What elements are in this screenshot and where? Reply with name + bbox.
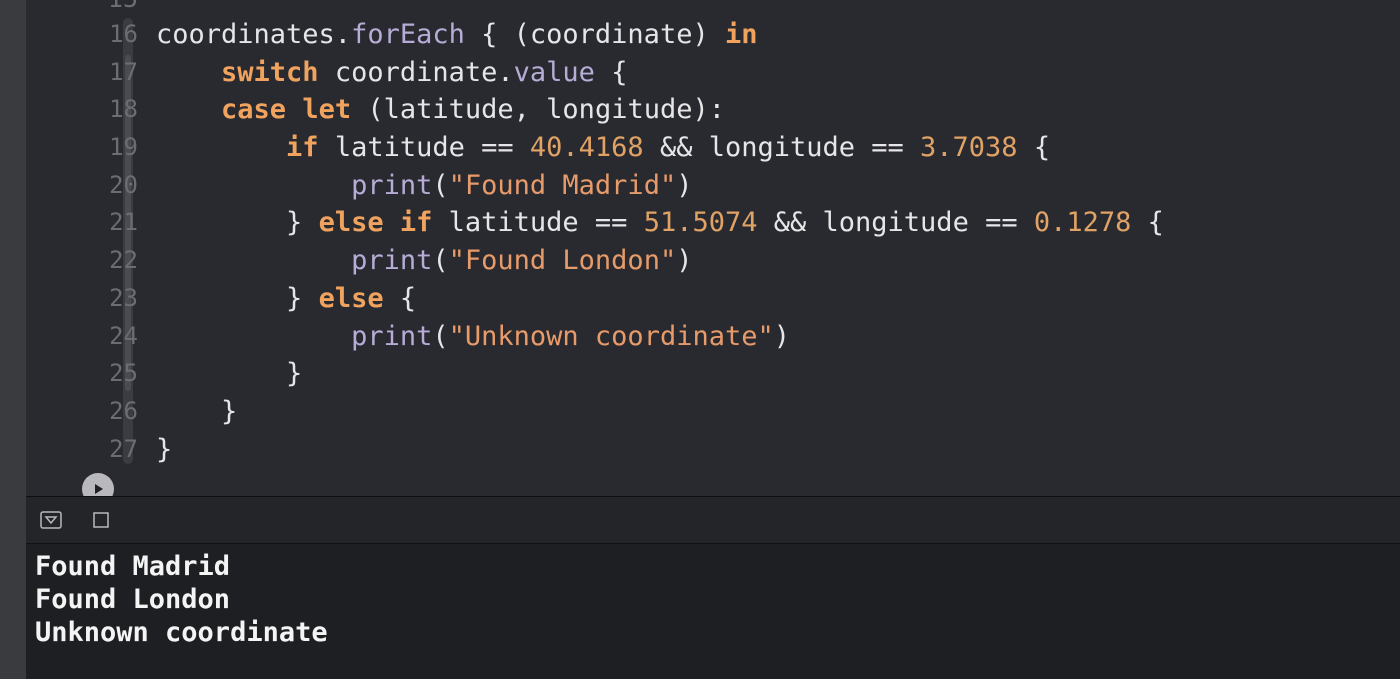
line-number[interactable]: 26 bbox=[86, 393, 138, 431]
code-editor[interactable]: 15 161718192021222324252627 coordinates.… bbox=[26, 0, 1400, 496]
code-line[interactable]: case let (latitude, longitude): bbox=[156, 91, 1164, 129]
square-icon bbox=[93, 512, 109, 528]
triangle-down-icon bbox=[40, 511, 62, 529]
line-number[interactable]: 27 bbox=[86, 431, 138, 469]
code-line[interactable]: print("Found Madrid") bbox=[156, 167, 1164, 205]
code-line[interactable]: switch coordinate.value { bbox=[156, 54, 1164, 92]
code-token-str: "Found London" bbox=[448, 245, 677, 277]
code-token-plain: } bbox=[156, 207, 319, 239]
code-token-plain: { bbox=[383, 282, 417, 314]
code-token-fn: print bbox=[351, 169, 433, 201]
line-number[interactable]: 21 bbox=[86, 204, 138, 242]
play-icon bbox=[95, 484, 103, 494]
debug-toolbar bbox=[26, 497, 1400, 544]
code-token-plain: latitude == bbox=[432, 207, 644, 239]
code-line[interactable]: if latitude == 40.4168 && longitude == 3… bbox=[156, 129, 1164, 167]
line-number[interactable]: 25 bbox=[86, 355, 138, 393]
code-token-plain: ( bbox=[432, 245, 449, 277]
code-lines[interactable]: coordinates.forEach { (coordinate) in sw… bbox=[156, 16, 1164, 468]
code-token-plain: coordinate. bbox=[318, 56, 514, 88]
line-number[interactable]: 19 bbox=[86, 129, 138, 167]
code-token-plain: ( bbox=[432, 320, 449, 352]
console-line: Found Madrid bbox=[35, 551, 231, 582]
code-token-plain: ) bbox=[773, 320, 790, 352]
clear-console-button[interactable] bbox=[90, 509, 112, 531]
code-line[interactable]: } bbox=[156, 431, 1164, 469]
console-line: Unknown coordinate bbox=[35, 617, 328, 648]
code-token-fn: value bbox=[513, 56, 595, 88]
line-number[interactable]: 24 bbox=[86, 318, 138, 356]
line-number[interactable]: 22 bbox=[86, 242, 138, 280]
code-token-plain: { bbox=[594, 56, 628, 88]
code-token-kw: if bbox=[286, 132, 319, 164]
line-number-partial: 15 bbox=[86, 0, 138, 13]
code-token-kw: case bbox=[221, 94, 287, 126]
code-token-plain: ( bbox=[432, 169, 449, 201]
code-token-kw: switch bbox=[221, 56, 319, 88]
code-line[interactable]: print("Found London") bbox=[156, 242, 1164, 280]
code-token-plain: && longitude == bbox=[643, 132, 921, 164]
code-token-plain: latitude == bbox=[318, 132, 530, 164]
code-token-num: 40.4168 bbox=[529, 132, 644, 164]
code-token-str: "Found Madrid" bbox=[448, 169, 677, 201]
code-token-plain: (latitude, longitude): bbox=[351, 94, 725, 126]
console-output[interactable]: Found Madrid Found London Unknown coordi… bbox=[26, 544, 1400, 679]
code-token-fn: print bbox=[351, 245, 433, 277]
code-token-fn: print bbox=[351, 320, 433, 352]
code-token-fn: forEach bbox=[351, 19, 465, 50]
line-number[interactable]: 23 bbox=[86, 280, 138, 318]
code-line[interactable]: print("Unknown coordinate") bbox=[156, 318, 1164, 356]
code-line[interactable]: } bbox=[156, 355, 1164, 393]
code-token-plain: } bbox=[156, 282, 319, 314]
code-token-kw: if bbox=[399, 207, 433, 239]
code-token-kw: else bbox=[318, 207, 384, 239]
code-token-num: 0.1278 bbox=[1033, 207, 1132, 239]
code-line[interactable]: } else if latitude == 51.5074 && longitu… bbox=[156, 204, 1164, 242]
code-line[interactable]: coordinates.forEach { (coordinate) in bbox=[156, 16, 1164, 54]
code-token-kw: else bbox=[318, 282, 384, 314]
code-token-num: 51.5074 bbox=[643, 207, 758, 239]
hide-console-button[interactable] bbox=[40, 509, 62, 531]
code-token-str: "Unknown coordinate" bbox=[448, 320, 774, 352]
code-token-plain: && longitude == bbox=[757, 207, 1034, 239]
line-number[interactable]: 20 bbox=[86, 167, 138, 205]
code-token-plain: } bbox=[156, 358, 303, 390]
code-line[interactable]: } bbox=[156, 393, 1164, 431]
code-line[interactable]: } else { bbox=[156, 280, 1164, 318]
navigator-edge bbox=[0, 0, 26, 679]
line-number[interactable]: 16 bbox=[86, 16, 138, 54]
code-token-plain: ) bbox=[676, 169, 693, 201]
line-number[interactable]: 18 bbox=[86, 91, 138, 129]
code-token-plain: { (coordinate) bbox=[464, 19, 725, 50]
code-token-plain: { bbox=[1017, 132, 1051, 164]
code-token-num: 3.7038 bbox=[920, 132, 1018, 164]
line-number[interactable]: 17 bbox=[86, 54, 138, 92]
code-token-plain: { bbox=[1131, 207, 1164, 239]
code-token-kw: let bbox=[302, 94, 352, 126]
console-line: Found London bbox=[35, 584, 231, 615]
code-token-plain: coordinates. bbox=[156, 19, 352, 50]
line-number-gutter: 16 17 18 19 20 21 22 23 24 25 26 27 bbox=[86, 16, 138, 468]
code-token-plain: ) bbox=[676, 245, 693, 277]
code-token-plain: } bbox=[156, 395, 238, 427]
code-token-kw: in bbox=[724, 19, 758, 50]
code-token-plain: } bbox=[156, 433, 173, 465]
